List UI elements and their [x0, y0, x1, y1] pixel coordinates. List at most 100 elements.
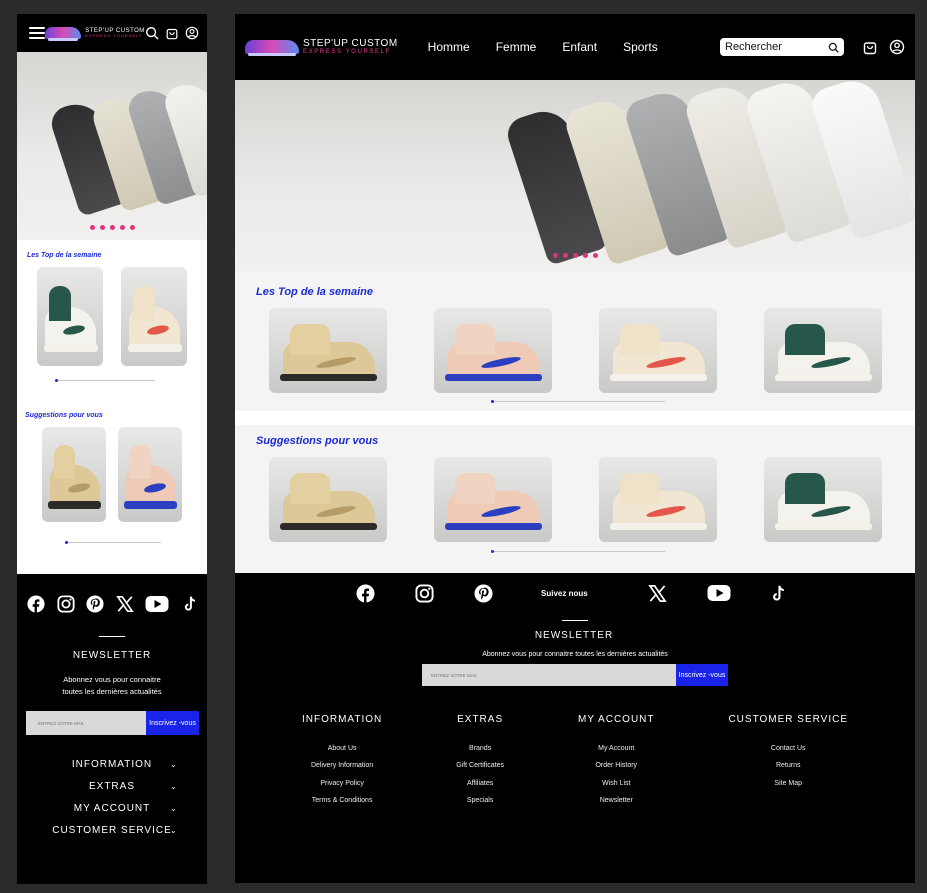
divider [99, 636, 125, 637]
newsletter-title: NEWSLETTER [534, 630, 614, 641]
product-card[interactable] [268, 308, 387, 393]
carousel-dot[interactable] [130, 225, 135, 230]
tiktok-icon[interactable] [181, 595, 199, 613]
footer-link[interactable]: Contact Us [771, 740, 806, 757]
footer-column-title: INFORMATION [301, 714, 383, 725]
carousel-scrollbar[interactable] [491, 400, 665, 403]
footer-link[interactable]: Returns [776, 757, 801, 774]
product-card[interactable] [42, 427, 106, 522]
carousel-dot[interactable] [120, 225, 125, 230]
nav-item-sports[interactable]: Sports [623, 40, 658, 54]
footer-link[interactable]: Order History [595, 757, 637, 774]
x-icon[interactable] [648, 583, 668, 603]
brand-logo[interactable]: STEP'UP CUSTOM EXPRESS YOURSELF [45, 27, 145, 41]
newsletter-text-line1: Abonnez vous pour connaitre [63, 675, 161, 684]
nav-item-enfant[interactable]: Enfant [562, 40, 597, 54]
carousel-dot[interactable] [573, 253, 578, 258]
footer-link[interactable]: Terms & Conditions [312, 792, 373, 809]
accordion-label: EXTRAS [88, 780, 135, 792]
footer-link[interactable]: Privacy Policy [320, 775, 364, 792]
carousel-dot[interactable] [100, 225, 105, 230]
carousel-dot[interactable] [110, 225, 115, 230]
footer-column-title: CUSTOMER SERVICE [728, 714, 848, 725]
footer-link[interactable]: My Account [598, 740, 634, 757]
desktop-header: STEP'UP CUSTOM EXPRESS YOURSELF Homme Fe… [235, 14, 915, 80]
carousel-dot[interactable] [583, 253, 588, 258]
instagram-icon[interactable] [57, 595, 75, 613]
nav-item-homme[interactable]: Homme [428, 40, 470, 54]
product-card[interactable] [433, 308, 552, 393]
accordion-label: CUSTOMER SERVICE [52, 824, 172, 836]
product-card[interactable] [598, 457, 717, 542]
pinterest-icon[interactable] [473, 583, 493, 603]
hero-banner [235, 80, 915, 271]
product-card[interactable] [598, 308, 717, 393]
chevron-down-icon: ⌄ [170, 759, 178, 769]
menu-icon[interactable] [29, 27, 45, 39]
facebook-icon[interactable] [27, 595, 45, 613]
newsletter-title: NEWSLETTER [72, 650, 152, 661]
carousel-dot[interactable] [553, 253, 558, 258]
footer-link[interactable]: Brands [469, 740, 491, 757]
product-card[interactable] [433, 457, 552, 542]
footer-link[interactable]: Site Map [774, 775, 802, 792]
footer-link[interactable]: About Us [328, 740, 357, 757]
pinterest-icon[interactable] [86, 595, 104, 613]
product-card[interactable] [763, 457, 882, 542]
accordion-my-account[interactable]: MY ACCOUNT ⌄ [17, 797, 207, 819]
section-title: Les Top de la semaine [256, 286, 373, 298]
instagram-icon[interactable] [414, 583, 434, 603]
account-icon[interactable] [185, 26, 199, 40]
newsletter-subscribe-button[interactable]: Inscrivez -vous [146, 711, 199, 735]
footer-link[interactable]: Newsletter [600, 792, 633, 809]
footer-link[interactable]: Gift Certificates [456, 757, 504, 774]
product-card[interactable] [118, 427, 182, 522]
cart-icon[interactable] [165, 26, 179, 40]
section-gap [235, 411, 915, 425]
footer-link[interactable]: Affiliates [467, 775, 493, 792]
product-card[interactable] [268, 457, 387, 542]
footer-column-title: EXTRAS [457, 714, 504, 725]
newsletter-text: Abonnez vous pour connaitre toutes les d… [482, 651, 668, 658]
cart-icon[interactable] [862, 39, 878, 55]
carousel-dot[interactable] [563, 253, 568, 258]
footer-columns: INFORMATION About Us Delivery Informatio… [235, 714, 915, 810]
accordion-extras[interactable]: EXTRAS ⌄ [17, 775, 207, 797]
footer-column-extras: EXTRAS Brands Gift Certificates Affiliat… [456, 714, 504, 810]
footer-link[interactable]: Wish List [602, 775, 630, 792]
carousel-scrollbar[interactable] [491, 550, 665, 553]
search-icon[interactable] [828, 42, 839, 53]
accordion-customer-service[interactable]: CUSTOMER SERVICE ⌄ [17, 819, 207, 841]
tiktok-icon[interactable] [769, 583, 789, 603]
search-icon[interactable] [145, 26, 159, 40]
newsletter-email-input[interactable] [26, 711, 146, 735]
newsletter-email-input[interactable] [422, 664, 676, 686]
product-card[interactable] [763, 308, 882, 393]
footer-link[interactable]: Specials [467, 792, 493, 809]
carousel-scrollbar[interactable] [55, 379, 155, 382]
carousel-dots[interactable] [553, 253, 598, 258]
product-card[interactable] [37, 267, 103, 366]
youtube-icon[interactable] [145, 595, 169, 613]
carousel-dot[interactable] [593, 253, 598, 258]
carousel-scrollbar[interactable] [65, 541, 161, 544]
newsletter-subscribe-button[interactable]: Inscrivez -vous [676, 664, 728, 686]
chevron-down-icon: ⌄ [170, 825, 178, 835]
facebook-icon[interactable] [355, 583, 375, 603]
accordion-information[interactable]: INFORMATION ⌄ [17, 753, 207, 775]
search-bar[interactable]: Rechercher [720, 38, 844, 56]
nav-item-femme[interactable]: Femme [496, 40, 537, 54]
carousel-dots[interactable] [90, 225, 135, 230]
youtube-icon[interactable] [707, 583, 731, 603]
newsletter-form: Inscrivez -vous [422, 664, 915, 686]
hero-banner [17, 52, 207, 240]
product-card[interactable] [121, 267, 187, 366]
x-icon[interactable] [116, 595, 134, 613]
footer-link[interactable]: Delivery Information [311, 757, 373, 774]
follow-us-label: Suivez nous [541, 588, 588, 598]
account-icon[interactable] [889, 39, 905, 55]
footer-accordion: INFORMATION ⌄ EXTRAS ⌄ MY ACCOUNT ⌄ CUSTOME… [17, 753, 207, 841]
brand-subtitle: EXPRESS YOURSELF [85, 33, 143, 38]
brand-logo[interactable]: STEP'UP CUSTOM EXPRESS YOURSELF [245, 39, 398, 56]
carousel-dot[interactable] [90, 225, 95, 230]
